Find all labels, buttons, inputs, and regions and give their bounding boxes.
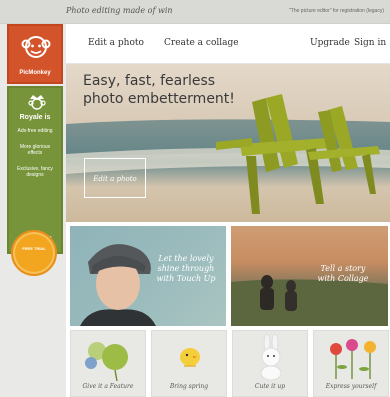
seal-text: FREE TRIAL: [22, 246, 46, 251]
sign-in-link[interactable]: Sign in: [354, 38, 386, 48]
theme-card[interactable]: Bring spring: [151, 330, 227, 397]
theme-card-label: Cute it up: [254, 383, 286, 390]
royale-title: Royale is: [19, 114, 51, 121]
hero-edit-photo-button[interactable]: Edit a photo: [84, 158, 146, 198]
brand-logo[interactable]: PicMonkey: [7, 24, 63, 84]
sidebar: PicMonkey Royale is Ads-free editing Mor…: [7, 24, 63, 397]
hero-title: Easy, fast, fearless photo embetterment!: [83, 72, 235, 108]
top-nav: Edit a photo Create a collage Upgrade Si…: [66, 24, 390, 64]
royale-benefits-list: Ads-free editing More glorious effects E…: [13, 128, 57, 188]
theme-card[interactable]: Give it a Feature: [70, 330, 146, 397]
collage-label: Tell a story with Collage: [317, 264, 369, 283]
royale-benefit: More glorious effects: [19, 144, 51, 156]
main-content: Edit a photo Create a collage Upgrade Si…: [66, 24, 390, 397]
monkey-icon: [21, 36, 51, 58]
hero-title-line: Easy, fast, fearless: [83, 73, 216, 89]
royale-benefit: Exclusive, fancy designs: [17, 166, 53, 178]
upgrade-link[interactable]: Upgrade: [310, 38, 350, 48]
touch-up-label: Let the lovely shine through with Touch …: [156, 254, 216, 283]
hero-banner: Easy, fast, fearless photo embetterment!…: [66, 64, 390, 222]
dandelion-icon: [85, 342, 128, 381]
touch-up-tile[interactable]: Let the lovely shine through with Touch …: [70, 226, 226, 326]
bunny-icon: [260, 333, 282, 381]
chick-icon: [180, 348, 200, 367]
theme-card-label: Bring spring: [169, 383, 209, 390]
hero-title-line: photo embetterment!: [83, 91, 235, 107]
top-strip: Photo editing made of win "The picture e…: [0, 0, 390, 24]
theme-card[interactable]: Express yourself: [313, 330, 389, 397]
tagline: Photo editing made of win: [66, 6, 173, 15]
theme-cards: Give it a Feature Bring spring Cute it u…: [66, 330, 390, 397]
royale-benefit: Ads-free editing: [17, 128, 53, 134]
create-collage-link[interactable]: Create a collage: [164, 38, 239, 48]
theme-card-label: Give it a Feature: [82, 383, 134, 390]
crown-monkey-icon: [28, 95, 46, 110]
feature-grid: Let the lovely shine through with Touch …: [66, 222, 390, 397]
logo-text: PicMonkey: [19, 70, 51, 76]
top-upsell-text[interactable]: "The picture editor" for registration (l…: [289, 8, 384, 14]
collage-tile[interactable]: Tell a story with Collage: [231, 226, 388, 326]
royale-panel: Royale is Ads-free editing More glorious…: [7, 86, 63, 254]
edit-photo-link[interactable]: Edit a photo: [88, 38, 144, 48]
promo-seal[interactable]: FREE TRIAL: [11, 230, 57, 276]
theme-card[interactable]: Cute it up: [232, 330, 308, 397]
theme-card-label: Express yourself: [325, 383, 377, 390]
flowers-icon: [330, 339, 376, 379]
